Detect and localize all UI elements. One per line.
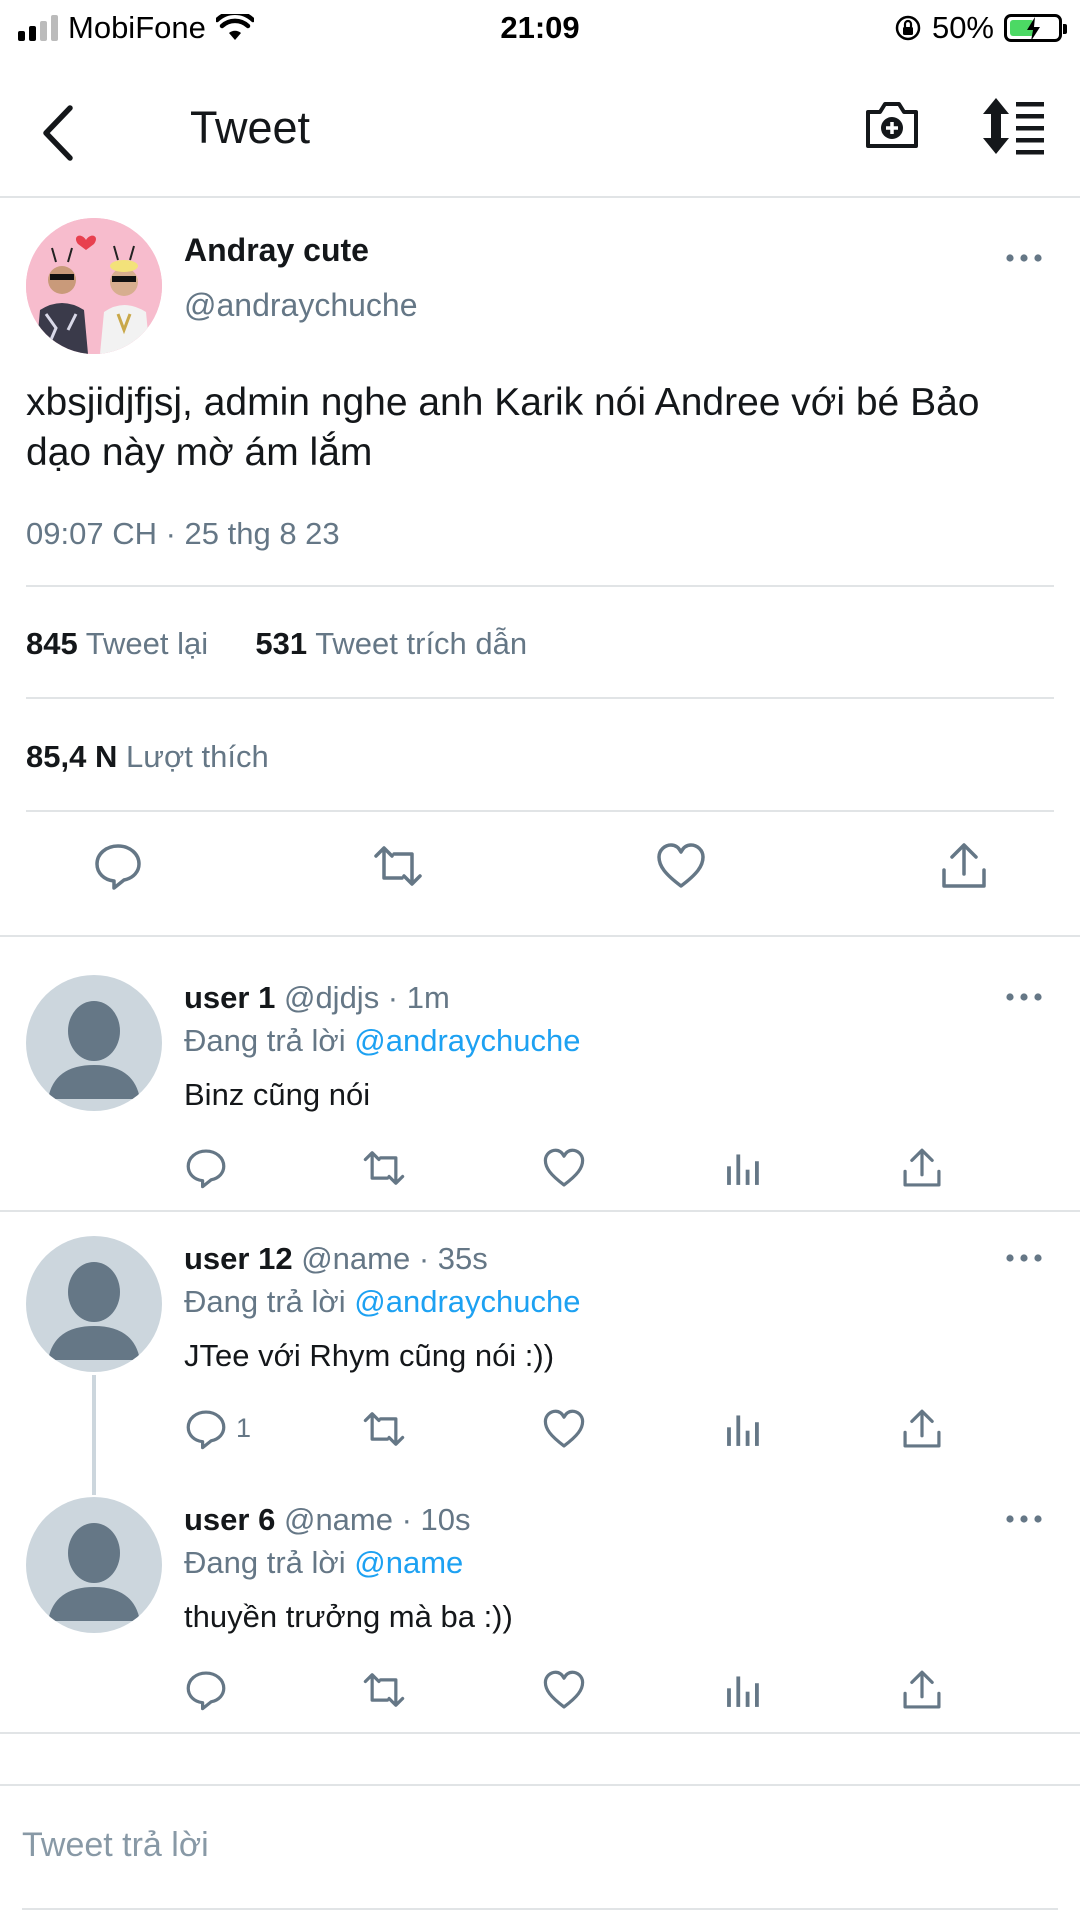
more-options-icon[interactable] [1004,987,1044,1007]
likes-label: Lượt thích [125,739,269,774]
replying-to-prefix: Đang trả lời [184,1023,346,1058]
reply-meta: @name · 35s [301,1241,488,1276]
share-icon[interactable] [900,1146,944,1190]
reply-author-name[interactable]: user 1 [184,980,275,1015]
reply-count: 1 [236,1413,252,1443]
reply-text: Binz cũng nói [184,1077,371,1112]
top-nav: Tweet [0,70,1080,198]
default-avatar-icon [48,1262,140,1360]
like-heart-icon[interactable] [542,1146,586,1190]
reply-composer[interactable]: Tweet trả lời [0,1784,1080,1914]
battery-percent: 50% [931,10,994,45]
retweet-icon[interactable] [372,840,424,892]
like-heart-icon[interactable] [655,840,707,892]
tweet-timestamp: 09:07 CH · 25 thg 8 23 [26,516,340,551]
quotes-label: Tweet trích dẫn [315,626,528,661]
section-divider [0,1732,1080,1734]
reply-avatar[interactable] [26,975,162,1111]
retweet-icon[interactable] [362,1407,406,1451]
author-avatar[interactable] [26,218,162,354]
share-icon[interactable] [938,840,990,892]
reply-input-placeholder[interactable]: Tweet trả lời [22,1826,209,1865]
reply-header: user 1 @djdjs · 1m [184,980,450,1016]
analytics-icon[interactable] [722,1146,766,1190]
author-handle[interactable]: @andraychuche [184,287,418,324]
more-options-icon[interactable] [1004,1248,1044,1268]
reply-icon[interactable] [92,840,144,892]
retweets-count: 845 [26,626,78,661]
share-icon[interactable] [900,1407,944,1451]
likes-stats[interactable]: 85,4 N Lượt thích [26,739,269,775]
retweets-label: Tweet lại [85,626,209,661]
divider [26,810,1054,812]
composer-underline [22,1908,1058,1910]
replying-to-mention[interactable]: @name [354,1545,463,1580]
retweet-stats[interactable]: 845 Tweet lại 531 Tweet trích dẫn [26,626,527,662]
likes-count: 85,4 N [26,739,118,774]
replying-to: Đang trả lời @andraychuche [184,1284,580,1320]
status-right: 50% [894,10,1067,46]
reply-header: user 6 @name · 10s [184,1502,471,1538]
reply-meta: @name · 10s [283,1502,471,1537]
analytics-icon[interactable] [722,1407,766,1451]
page-title: Tweet [190,102,311,153]
replying-to: Đang trả lời @andraychuche [184,1023,580,1059]
section-divider [0,1210,1080,1212]
reply-text: thuyền trưởng mà ba :)) [184,1599,513,1634]
retweet-icon[interactable] [362,1146,406,1190]
reply-icon[interactable] [184,1146,228,1190]
replying-to: Đang trả lời @name [184,1545,463,1581]
replying-to-prefix: Đang trả lời [184,1545,346,1580]
replying-to-mention[interactable]: @andraychuche [354,1284,580,1319]
reply-meta: @djdjs · 1m [283,980,450,1015]
reply-actions [0,1668,1080,1718]
reply-author-name[interactable]: user 12 [184,1241,293,1276]
replying-to-mention[interactable]: @andraychuche [354,1023,580,1058]
reply-author-name[interactable]: user 6 [184,1502,275,1537]
reply-actions [0,1146,1080,1196]
reply-text: JTee với Rhym cũng nói :)) [184,1338,555,1373]
reply-icon[interactable] [184,1668,228,1712]
author-name[interactable]: Andray cute [184,232,369,269]
like-heart-icon[interactable] [542,1668,586,1712]
reply-avatar[interactable] [26,1236,162,1372]
reply-avatar[interactable] [26,1497,162,1633]
default-avatar-icon [48,1523,140,1621]
more-options-icon[interactable] [1004,1509,1044,1529]
sort-replies-icon[interactable] [980,94,1048,158]
battery-icon [1004,14,1067,42]
reply-actions: 1 [0,1407,1080,1457]
avatar-image [26,218,162,354]
tweet-text: xbsjidjfjsj, admin nghe anh Karik nói An… [26,381,980,474]
default-avatar-icon [48,1001,140,1099]
camera-add-icon[interactable] [862,94,922,154]
like-heart-icon[interactable] [542,1407,586,1451]
section-divider [0,935,1080,937]
tweet-actions [0,840,1080,900]
analytics-icon[interactable] [722,1668,766,1712]
reply-header: user 12 @name · 35s [184,1241,488,1277]
status-bar: MobiFone 21:09 50% [0,0,1080,56]
divider [26,585,1054,587]
retweet-icon[interactable] [362,1668,406,1712]
more-options-icon[interactable] [1004,248,1044,268]
replying-to-prefix: Đang trả lời [184,1284,346,1319]
share-icon[interactable] [900,1668,944,1712]
quotes-count: 531 [255,626,308,661]
divider [26,697,1054,699]
reply-icon[interactable] [184,1407,228,1451]
back-arrow-icon[interactable] [34,98,82,168]
orientation-lock-icon [895,15,921,41]
